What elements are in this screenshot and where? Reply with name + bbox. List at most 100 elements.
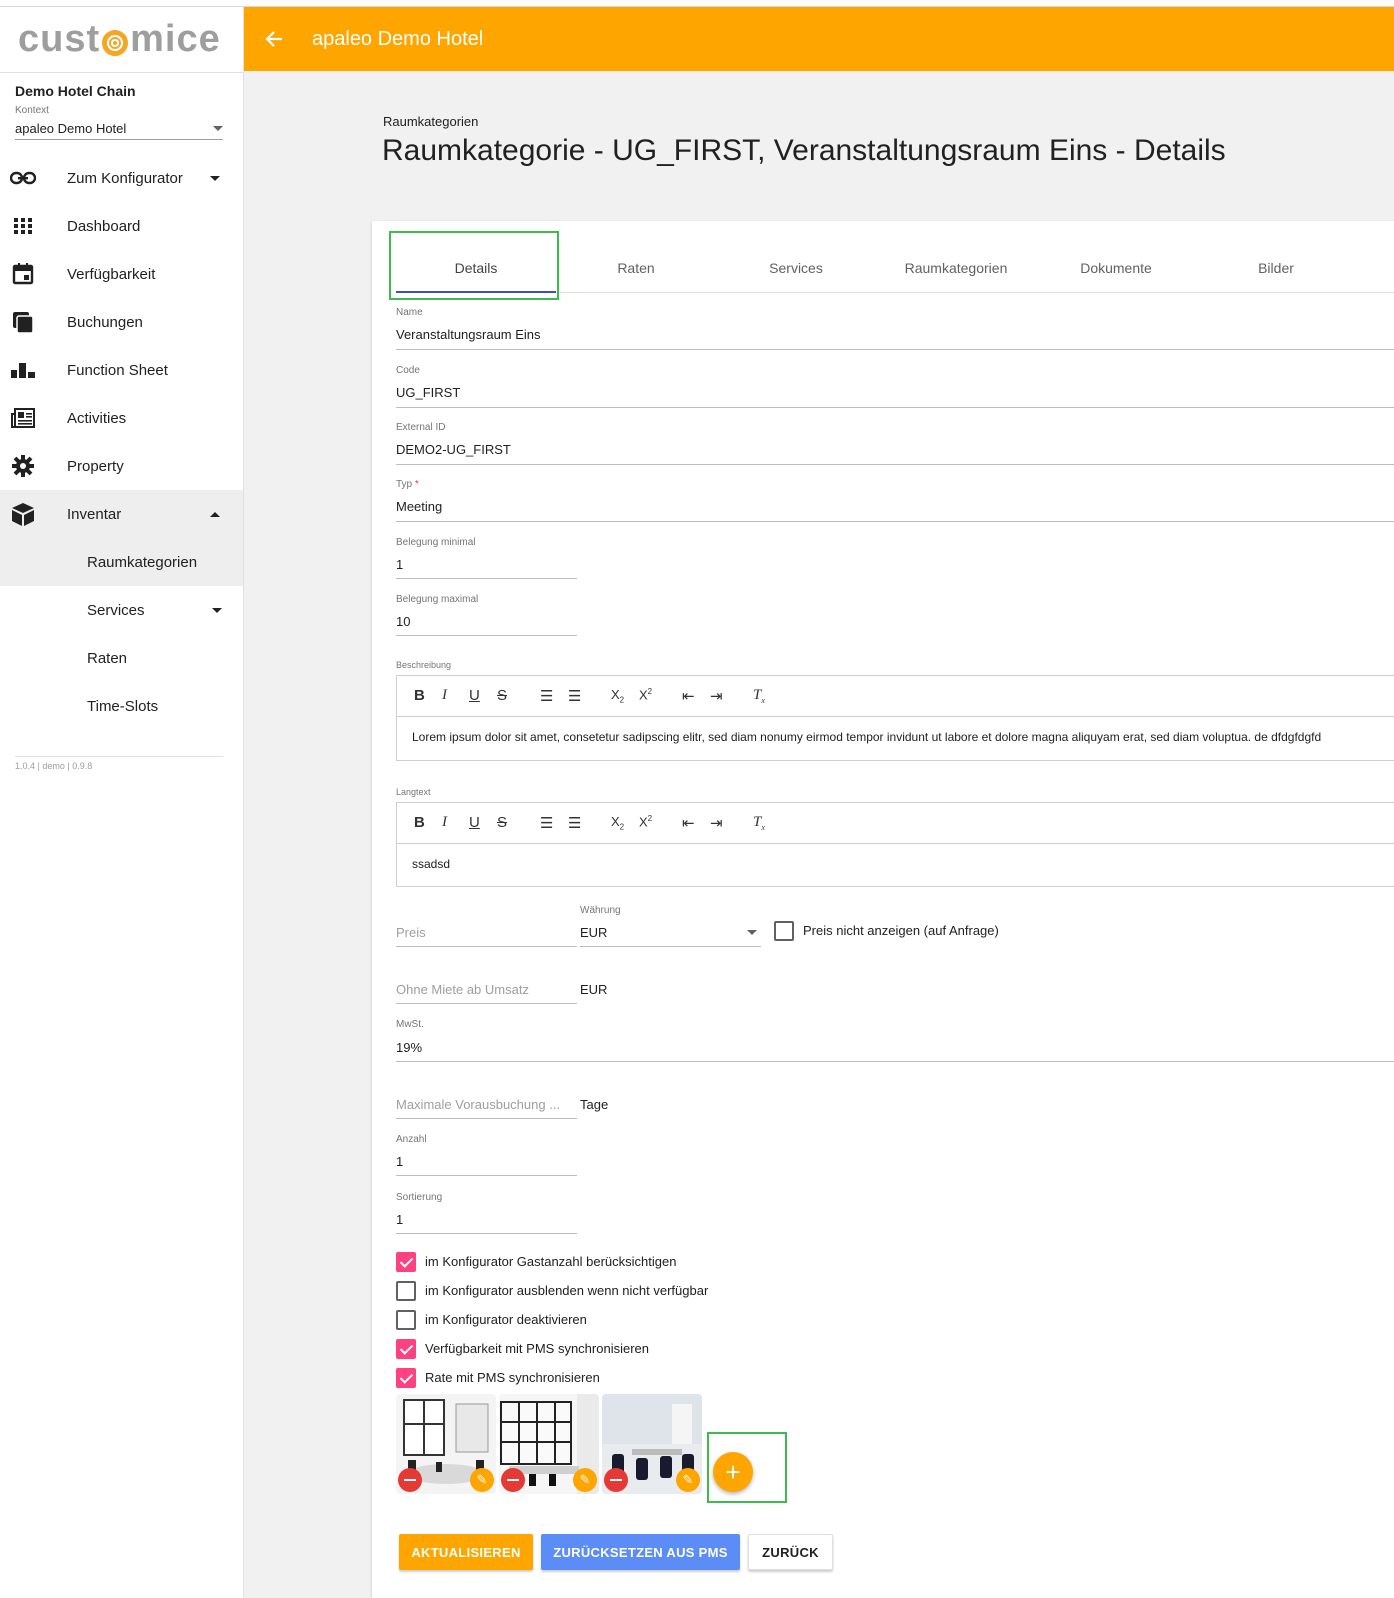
chevron-down-icon — [747, 930, 757, 935]
customice-logo[interactable]: cust mice — [0, 7, 243, 73]
strike-icon[interactable]: S — [497, 814, 507, 831]
sidebar-item-dashboard[interactable]: Dashboard — [0, 202, 243, 250]
sidebar-item-konfigurator[interactable]: Zum Konfigurator — [0, 154, 243, 202]
remove-image-icon[interactable] — [501, 1468, 525, 1492]
outdent-icon[interactable]: ⇤ — [682, 814, 695, 832]
sidebar-subitem-raten[interactable]: Raten — [0, 634, 243, 682]
context-select[interactable]: apaleo Demo Hotel — [15, 118, 223, 140]
sidebar-item-verfuegbarkeit[interactable]: Verfügbarkeit — [0, 250, 243, 298]
waehrung-select[interactable]: Währung EUR — [580, 905, 761, 947]
update-button[interactable]: AKTUALISIEREN — [399, 1534, 533, 1570]
sortierung-label: Sortierung — [396, 1192, 443, 1203]
external-id-field[interactable]: External ID DEMO2-UG_FIRST — [396, 422, 1394, 465]
sidebar-item-buchungen[interactable]: Buchungen — [0, 298, 243, 346]
belegung-max-field[interactable]: Belegung maximal 10 — [396, 594, 577, 636]
sidebar-nav: Zum Konfigurator Dashboard Verfügbarkeit… — [0, 154, 243, 730]
bold-icon[interactable]: B — [414, 687, 425, 704]
clear-format-icon[interactable]: Tx — [753, 814, 765, 832]
checkbox-verfuegbarkeit-pms[interactable] — [396, 1339, 416, 1359]
chevron-down-icon — [212, 607, 222, 613]
bullet-list-icon[interactable]: ☰ — [568, 814, 581, 832]
back-button[interactable]: ZURÜCK — [748, 1534, 833, 1570]
beschreibung-editor[interactable]: B I U S ☰ ☰ X2 X2 ⇤ ⇥ Tx Lorem ipsum dol… — [396, 675, 1394, 761]
subscript-icon[interactable]: X2 — [611, 814, 624, 832]
remove-image-icon[interactable] — [604, 1468, 628, 1492]
room-image-1[interactable]: ✎ — [396, 1394, 496, 1494]
reset-pms-button[interactable]: ZURÜCKSETZEN AUS PMS — [541, 1534, 740, 1570]
sidebar-item-activities[interactable]: Activities — [0, 394, 243, 442]
italic-icon[interactable]: I — [442, 687, 447, 704]
sidebar-item-label: Buchungen — [67, 313, 143, 331]
superscript-icon[interactable]: X2 — [639, 687, 652, 702]
edit-pencil-icon[interactable]: ✎ — [470, 1468, 494, 1492]
checkbox-rate-pms[interactable] — [396, 1368, 416, 1388]
vorausbuchung-field[interactable]: Maximale Vorausbuchung ... — [396, 1089, 577, 1119]
editor-toolbar: B I U S ☰ ☰ X2 X2 ⇤ ⇥ Tx — [397, 803, 1394, 844]
edit-pencil-icon[interactable]: ✎ — [573, 1468, 597, 1492]
edit-pencil-icon[interactable]: ✎ — [676, 1468, 700, 1492]
clear-format-icon[interactable]: Tx — [753, 687, 765, 705]
langtext-editor[interactable]: B I U S ☰ ☰ X2 X2 ⇤ ⇥ Tx ssadsd — [396, 802, 1394, 887]
logo-text-left: cust — [18, 18, 101, 60]
app-frame: cust mice Demo Hotel Chain Kontext apaleo… — [0, 0, 1394, 1598]
superscript-icon[interactable]: X2 — [639, 814, 652, 829]
checkbox-gastanzahl-label: im Konfigurator Gastanzahl berücksichtig… — [425, 1254, 677, 1269]
preis-field[interactable]: Preis — [396, 917, 577, 947]
ordered-list-icon[interactable]: ☰ — [540, 687, 553, 705]
anzahl-label: Anzahl — [396, 1134, 427, 1145]
tab-raumkategorien[interactable]: Raumkategorien — [876, 243, 1036, 293]
sidebar-subitem-raumkategorien[interactable]: Raumkategorien — [0, 538, 243, 586]
mwst-label: MwSt. — [396, 1019, 424, 1030]
beschreibung-content[interactable]: Lorem ipsum dolor sit amet, consetetur s… — [412, 730, 1321, 744]
sidebar-subitem-services[interactable]: Services — [0, 586, 243, 634]
code-field[interactable]: Code UG_FIRST — [396, 365, 1394, 408]
underline-icon[interactable]: U — [469, 814, 480, 831]
indent-icon[interactable]: ⇥ — [710, 687, 723, 705]
sidebar-item-function-sheet[interactable]: Function Sheet — [0, 346, 243, 394]
preis-placeholder: Preis — [396, 925, 426, 940]
outdent-icon[interactable]: ⇤ — [682, 687, 695, 705]
sortierung-field[interactable]: Sortierung 1 — [396, 1192, 577, 1234]
sidebar-item-label: Property — [67, 457, 124, 475]
umsatz-field[interactable]: Ohne Miete ab Umsatz — [396, 974, 577, 1004]
anzahl-field[interactable]: Anzahl 1 — [396, 1134, 577, 1176]
room-image-3[interactable]: ✎ — [602, 1394, 702, 1494]
strike-icon[interactable]: S — [497, 687, 507, 704]
belegung-min-field[interactable]: Belegung minimal 1 — [396, 537, 577, 579]
logo-text-right: mice — [130, 18, 221, 60]
remove-image-icon[interactable] — [398, 1468, 422, 1492]
ordered-list-icon[interactable]: ☰ — [540, 814, 553, 832]
arrow-back-icon[interactable] — [264, 29, 284, 49]
chevron-down-icon — [210, 175, 220, 181]
underline-icon[interactable]: U — [469, 687, 480, 704]
tab-raten[interactable]: Raten — [556, 243, 716, 293]
checkbox-ausblenden[interactable] — [396, 1281, 416, 1301]
preis-anfrage-checkbox[interactable] — [774, 921, 794, 941]
mwst-field[interactable]: MwSt. 19% — [396, 1019, 1394, 1062]
umsatz-unit: EUR — [580, 982, 608, 997]
sidebar-item-inventar[interactable]: Inventar — [0, 490, 243, 538]
bold-icon[interactable]: B — [414, 814, 425, 831]
tab-services[interactable]: Services — [716, 243, 876, 293]
preis-anfrage-label: Preis nicht anzeigen (auf Anfrage) — [803, 923, 999, 938]
italic-icon[interactable]: I — [442, 814, 447, 831]
name-field[interactable]: Name Veranstaltungsraum Eins — [396, 307, 1394, 350]
tab-bilder[interactable]: Bilder — [1196, 243, 1356, 293]
indent-icon[interactable]: ⇥ — [710, 814, 723, 832]
bullet-list-icon[interactable]: ☰ — [568, 687, 581, 705]
breadcrumb[interactable]: Raumkategorien — [383, 114, 478, 129]
checkbox-deaktivieren[interactable] — [396, 1310, 416, 1330]
langtext-content[interactable]: ssadsd — [412, 857, 450, 871]
sidebar-subitem-time-slots[interactable]: Time-Slots — [0, 682, 243, 730]
top-border — [0, 0, 1394, 7]
subscript-icon[interactable]: X2 — [611, 687, 624, 705]
sidebar-item-property[interactable]: Property — [0, 442, 243, 490]
room-image-2[interactable]: ✎ — [499, 1394, 599, 1494]
belegung-min-label: Belegung minimal — [396, 537, 476, 548]
tab-dokumente[interactable]: Dokumente — [1036, 243, 1196, 293]
fingerprint-logo-icon — [102, 29, 129, 56]
checkbox-gastanzahl[interactable] — [396, 1252, 416, 1272]
vorausbuchung-unit: Tage — [580, 1097, 609, 1112]
apps-grid-icon — [14, 218, 32, 234]
typ-field[interactable]: Typ * Meeting — [396, 479, 1394, 522]
